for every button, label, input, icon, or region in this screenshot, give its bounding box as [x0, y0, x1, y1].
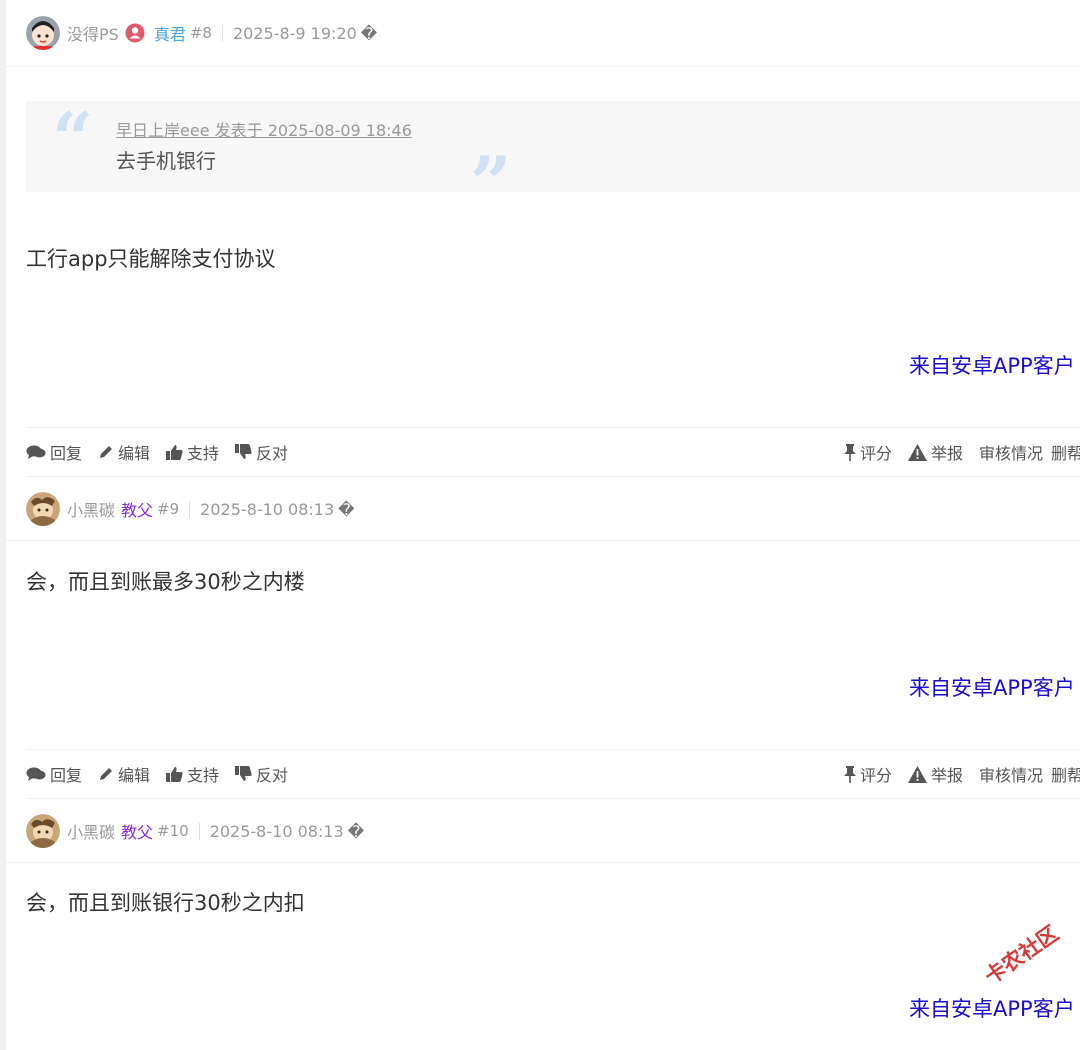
reply-button[interactable]: 回复: [26, 762, 82, 786]
avatar[interactable]: [26, 814, 60, 848]
avatar[interactable]: [26, 492, 60, 526]
report-label: 举报: [931, 444, 964, 463]
post-content: 会，而且到账最多30秒之内楼: [26, 570, 305, 594]
reply-label: 回复: [50, 766, 83, 785]
user-rank: 教父: [121, 823, 154, 842]
divider: [189, 500, 191, 518]
unknown-glyph-icon: �: [360, 23, 378, 43]
pin-icon: [844, 443, 856, 461]
post-actions-right: 评分 举报 审核情况 删帮: [844, 440, 1080, 464]
thread-page: 没得PS 真君 #8 2025-8-9 19:20 � “ 早日上岸eee 发表…: [6, 0, 1080, 1050]
user-badge-icon: [125, 23, 145, 43]
report-label: 举报: [931, 766, 964, 785]
pencil-icon: [100, 768, 113, 780]
support-button[interactable]: 支持: [166, 440, 219, 464]
warning-icon: [908, 443, 928, 461]
thumbs-up-icon: [166, 767, 183, 782]
comments-icon: [26, 767, 46, 781]
comments-icon: [26, 445, 46, 459]
reply-label: 回复: [50, 444, 83, 463]
quote-close-icon: ”: [470, 140, 512, 225]
unknown-glyph-icon: �: [347, 821, 365, 841]
unknown-glyph-icon: �: [338, 499, 355, 519]
post-content: 会，而且到账银行30秒之内扣: [26, 891, 305, 915]
floor-number[interactable]: #9: [157, 500, 179, 518]
post-time: 2025-8-9 19:20: [232, 23, 357, 43]
edit-button[interactable]: 编辑: [98, 762, 150, 786]
post-content: 工行app只能解除支付协议: [26, 247, 276, 271]
quote-source-link[interactable]: 早日上岸eee 发表于 2025-08-09 18:46: [116, 117, 1080, 141]
thumbs-down-icon: [235, 444, 252, 459]
post-10: 小黑碳 教父 #10 2025-8-10 08:13 � 会，而且到账银行30秒…: [6, 800, 1080, 1050]
from-app-link[interactable]: 来自安卓APP客户: [909, 993, 1075, 1023]
pin-icon: [844, 765, 856, 783]
quote-text: 去手机银行: [116, 149, 216, 173]
oppose-button[interactable]: 反对: [235, 440, 288, 464]
post-header: 小黑碳 教父 #10 2025-8-10 08:13 �: [6, 800, 1080, 863]
edit-label: 编辑: [118, 766, 151, 785]
rate-label: 评分: [860, 444, 893, 463]
username[interactable]: 小黑碳: [67, 497, 115, 521]
rate-label: 评分: [860, 766, 893, 785]
divider: [221, 24, 223, 42]
report-button[interactable]: 举报: [908, 762, 963, 786]
edit-button[interactable]: 编辑: [98, 440, 150, 464]
post-actions: 回复 编辑 支持 反对 评分 举报 审核情况 删帮: [26, 749, 1080, 799]
from-app-link[interactable]: 来自安卓APP客户: [909, 350, 1075, 380]
post-actions: 回复 编辑 支持 反对 评分 举报 审核情况 删帮: [26, 427, 1080, 477]
quote-block: “ 早日上岸eee 发表于 2025-08-09 18:46 去手机银行 ”: [26, 96, 1080, 219]
oppose-label: 反对: [256, 766, 289, 785]
from-app-link[interactable]: 来自安卓APP客户: [909, 672, 1075, 702]
review-status-link[interactable]: 审核情况: [979, 440, 1043, 464]
username[interactable]: 小黑碳: [67, 819, 115, 843]
post-header: 没得PS 真君 #8 2025-8-9 19:20 �: [6, 0, 1080, 67]
user-rank: 真君: [153, 25, 186, 44]
support-label: 支持: [187, 444, 220, 463]
support-label: 支持: [187, 766, 220, 785]
post-time: 2025-8-10 08:13: [209, 821, 344, 841]
oppose-label: 反对: [256, 444, 289, 463]
delete-button[interactable]: 删帮: [1051, 440, 1080, 464]
rate-button[interactable]: 评分: [844, 440, 892, 464]
rate-button[interactable]: 评分: [844, 762, 892, 786]
review-status-link[interactable]: 审核情况: [979, 762, 1043, 786]
post-header: 小黑碳 教父 #9 2025-8-10 08:13 �: [6, 478, 1080, 541]
warning-icon: [908, 765, 928, 783]
reply-button[interactable]: 回复: [26, 440, 82, 464]
user-rank: 教父: [121, 501, 154, 520]
support-button[interactable]: 支持: [166, 762, 219, 786]
delete-button[interactable]: 删帮: [1051, 762, 1080, 786]
quote-open-icon: “: [52, 96, 94, 181]
divider: [198, 822, 200, 840]
username[interactable]: 没得PS: [67, 21, 119, 45]
thumbs-down-icon: [235, 766, 252, 781]
post-9: 小黑碳 教父 #9 2025-8-10 08:13 � 会，而且到账最多30秒之…: [6, 478, 1080, 800]
post-actions-right: 评分 举报 审核情况 删帮: [844, 762, 1080, 786]
pencil-icon: [100, 446, 113, 458]
post-time: 2025-8-10 08:13: [200, 499, 335, 519]
floor-number[interactable]: #8: [190, 24, 212, 42]
edit-label: 编辑: [118, 444, 151, 463]
floor-number[interactable]: #10: [157, 822, 189, 840]
oppose-button[interactable]: 反对: [235, 762, 288, 786]
avatar[interactable]: [26, 16, 60, 50]
post-8: 没得PS 真君 #8 2025-8-9 19:20 � “ 早日上岸eee 发表…: [6, 0, 1080, 478]
report-button[interactable]: 举报: [908, 440, 963, 464]
thumbs-up-icon: [166, 445, 183, 460]
